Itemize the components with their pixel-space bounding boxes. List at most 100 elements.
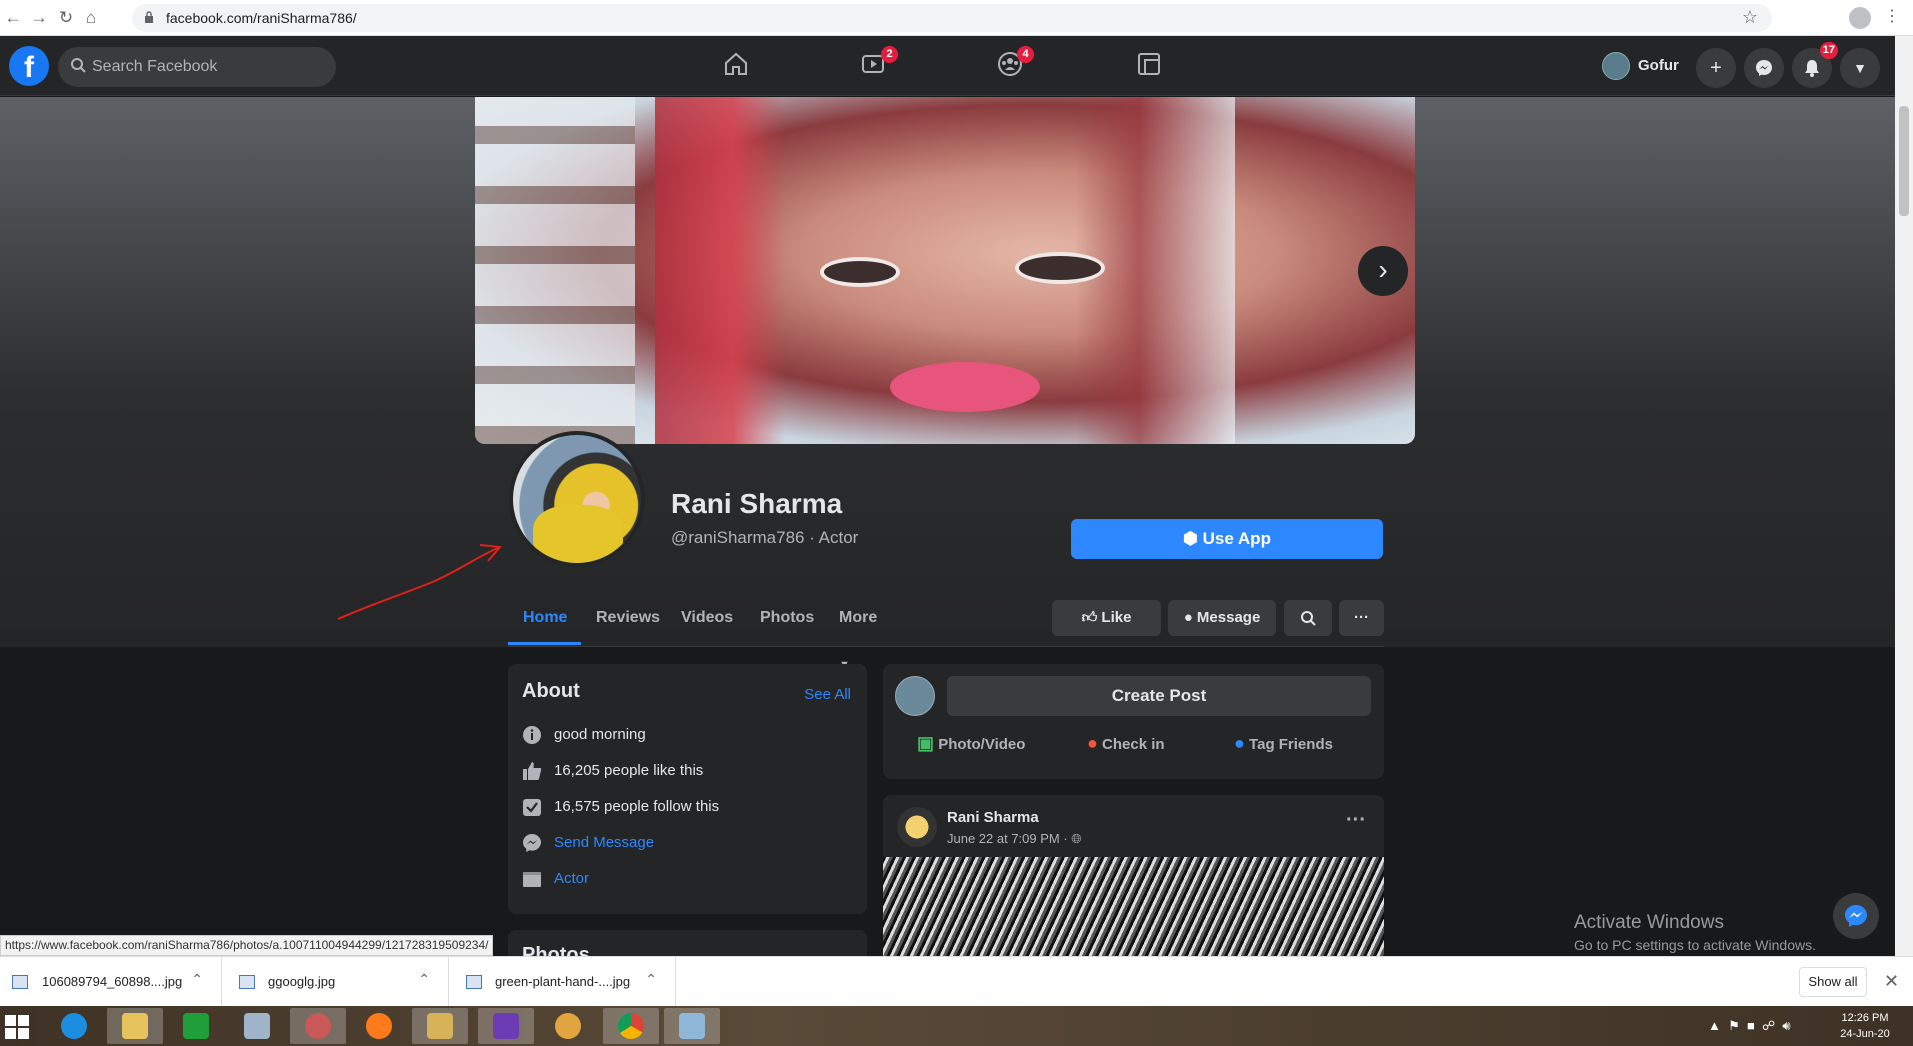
post-image[interactable] — [883, 857, 1384, 956]
cube-icon: ⬢ — [1183, 529, 1198, 548]
activate-subtitle: Go to PC settings to activate Windows. — [1574, 937, 1816, 953]
notepad-icon[interactable] — [664, 1008, 720, 1044]
caret-down-icon[interactable]: ▼ — [1840, 48, 1880, 88]
chevron-up-icon[interactable]: ⌃ — [418, 971, 430, 988]
message-label: Message — [1196, 609, 1261, 626]
thumbs-up-icon: 👍︎ — [1081, 609, 1098, 626]
create-post-button[interactable]: Create Post — [947, 676, 1371, 716]
user-name: Gofur — [1638, 57, 1679, 74]
like-button[interactable]: 👍︎ Like — [1052, 600, 1161, 636]
actor-category-link[interactable]: Actor — [554, 870, 589, 887]
firefox-icon[interactable] — [351, 1008, 407, 1044]
more-options-button[interactable]: ··· — [1339, 600, 1384, 636]
check-in-label: Check in — [1102, 736, 1165, 753]
messenger-icon: ● — [1183, 609, 1193, 626]
back-arrow-icon[interactable]: ← — [2, 7, 24, 29]
download-item[interactable]: ggooglg.jpg ⌃ — [227, 957, 449, 1007]
about-text: good morning — [554, 726, 646, 743]
post-options-icon[interactable]: ··· — [1346, 809, 1366, 832]
facebook-logo-icon[interactable]: f — [9, 46, 49, 86]
chevron-up-icon[interactable]: ⌃ — [645, 971, 657, 988]
about-row: good morning — [522, 724, 852, 746]
search-icon — [71, 58, 86, 73]
create-post-card: Create Post ▣ Photo/Video ● Check in ● T… — [883, 664, 1384, 779]
avatar — [1602, 52, 1630, 80]
scrollbar-thumb[interactable] — [1899, 106, 1909, 216]
close-icon[interactable]: ✕ — [1884, 971, 1899, 992]
reload-icon[interactable]: ↻ — [55, 7, 77, 29]
messenger-icon[interactable] — [1744, 48, 1784, 88]
file-explorer-icon[interactable] — [107, 1008, 163, 1044]
tab-home[interactable]: Home — [508, 595, 581, 645]
about-row: 16,205 people like this — [522, 760, 852, 782]
calculator-icon[interactable] — [229, 1008, 285, 1044]
profile-picture[interactable] — [509, 431, 645, 567]
chrome-icon[interactable] — [603, 1008, 659, 1044]
profile-handle: @raniSharma786 · Actor — [671, 528, 859, 547]
messenger-icon — [1845, 905, 1867, 927]
page-scrollbar[interactable] — [1895, 36, 1913, 956]
about-title: About — [522, 680, 580, 702]
about-card: About See All good morning 16,205 people… — [508, 664, 867, 914]
post-date-text: June 22 at 7:09 PM · — [947, 831, 1072, 846]
plus-icon[interactable]: + — [1696, 48, 1736, 88]
activate-windows-watermark: Activate Windows Go to PC settings to ac… — [1574, 912, 1816, 953]
tab-videos[interactable]: Videos — [681, 595, 733, 645]
avatar — [895, 676, 935, 716]
about-row[interactable]: Send Message — [522, 832, 852, 854]
tab-photos[interactable]: Photos — [760, 595, 814, 645]
about-follows: 16,575 people follow this — [554, 798, 720, 815]
tag-friends-icon: ● — [1234, 733, 1245, 753]
red-annotation-arrow — [337, 544, 503, 620]
about-see-all-link[interactable]: See All — [804, 686, 851, 703]
system-tray[interactable]: ▲ ⚑ ■ ☍ 🔊︎ — [1708, 1018, 1791, 1034]
watch-icon[interactable]: 2 — [860, 46, 898, 82]
user-profile-chip[interactable]: Gofur — [1598, 48, 1688, 84]
bookmark-star-icon[interactable]: ☆ — [1742, 7, 1758, 28]
show-all-downloads-button[interactable]: Show all — [1799, 967, 1867, 997]
browser-profile-icon[interactable] — [1849, 7, 1871, 29]
windows-start-icon[interactable] — [4, 1014, 30, 1040]
system-clock[interactable]: 12:26 PM 24-Jun-20 — [1830, 1010, 1900, 1042]
tab-reviews[interactable]: Reviews — [596, 595, 660, 645]
photo-video-button[interactable]: ▣ Photo/Video — [917, 726, 1025, 760]
tools-icon[interactable] — [412, 1008, 468, 1044]
like-label: Like — [1101, 609, 1132, 626]
forward-arrow-icon[interactable]: → — [28, 7, 50, 29]
bell-icon[interactable]: 17 — [1792, 42, 1838, 88]
avatar[interactable] — [897, 807, 937, 847]
info-icon — [523, 726, 541, 744]
tab-more-label: More — [839, 609, 878, 626]
messenger-chat-button[interactable] — [1833, 893, 1879, 939]
message-button[interactable]: ● Message — [1168, 600, 1276, 636]
store-icon[interactable] — [168, 1008, 224, 1044]
tab-more[interactable]: More ▼ — [839, 595, 878, 671]
gaming-icon[interactable] — [1135, 50, 1169, 82]
cover-photo[interactable] — [475, 97, 1415, 444]
search-input[interactable]: Search Facebook — [58, 47, 336, 87]
use-app-button[interactable]: ⬢ Use App — [1071, 519, 1383, 559]
groups-icon[interactable]: 4 — [996, 46, 1034, 82]
download-item[interactable]: 106089794_60898....jpg ⌃ — [0, 957, 222, 1007]
download-item[interactable]: green-plant-hand-....jpg ⌃ — [454, 957, 676, 1007]
home-browser-icon[interactable]: ⌂ — [80, 7, 102, 29]
visual-studio-icon[interactable] — [478, 1008, 534, 1044]
chevron-up-icon[interactable]: ⌃ — [191, 971, 203, 988]
follow-check-icon — [523, 799, 541, 816]
internet-explorer-icon[interactable] — [46, 1008, 102, 1044]
chevron-right-icon[interactable]: › — [1358, 246, 1408, 296]
home-icon[interactable] — [722, 50, 756, 82]
post-timestamp[interactable]: June 22 at 7:09 PM · 🌐︎ — [947, 831, 1082, 847]
check-in-button[interactable]: ● Check in — [1087, 726, 1165, 760]
about-row[interactable]: Actor — [522, 868, 852, 890]
address-bar[interactable]: facebook.com/raniSharma786/ ☆ — [132, 4, 1772, 32]
send-message-link[interactable]: Send Message — [554, 834, 654, 851]
paint-icon[interactable] — [540, 1008, 596, 1044]
snipping-tool-icon[interactable] — [290, 1008, 346, 1044]
divider — [508, 646, 1384, 647]
tag-friends-button[interactable]: ● Tag Friends — [1234, 726, 1333, 760]
search-page-button[interactable] — [1284, 600, 1332, 636]
page-title: Rani Sharma — [671, 488, 843, 519]
post-author[interactable]: Rani Sharma — [947, 809, 1039, 826]
browser-menu-icon[interactable]: ⋮ — [1884, 6, 1900, 26]
